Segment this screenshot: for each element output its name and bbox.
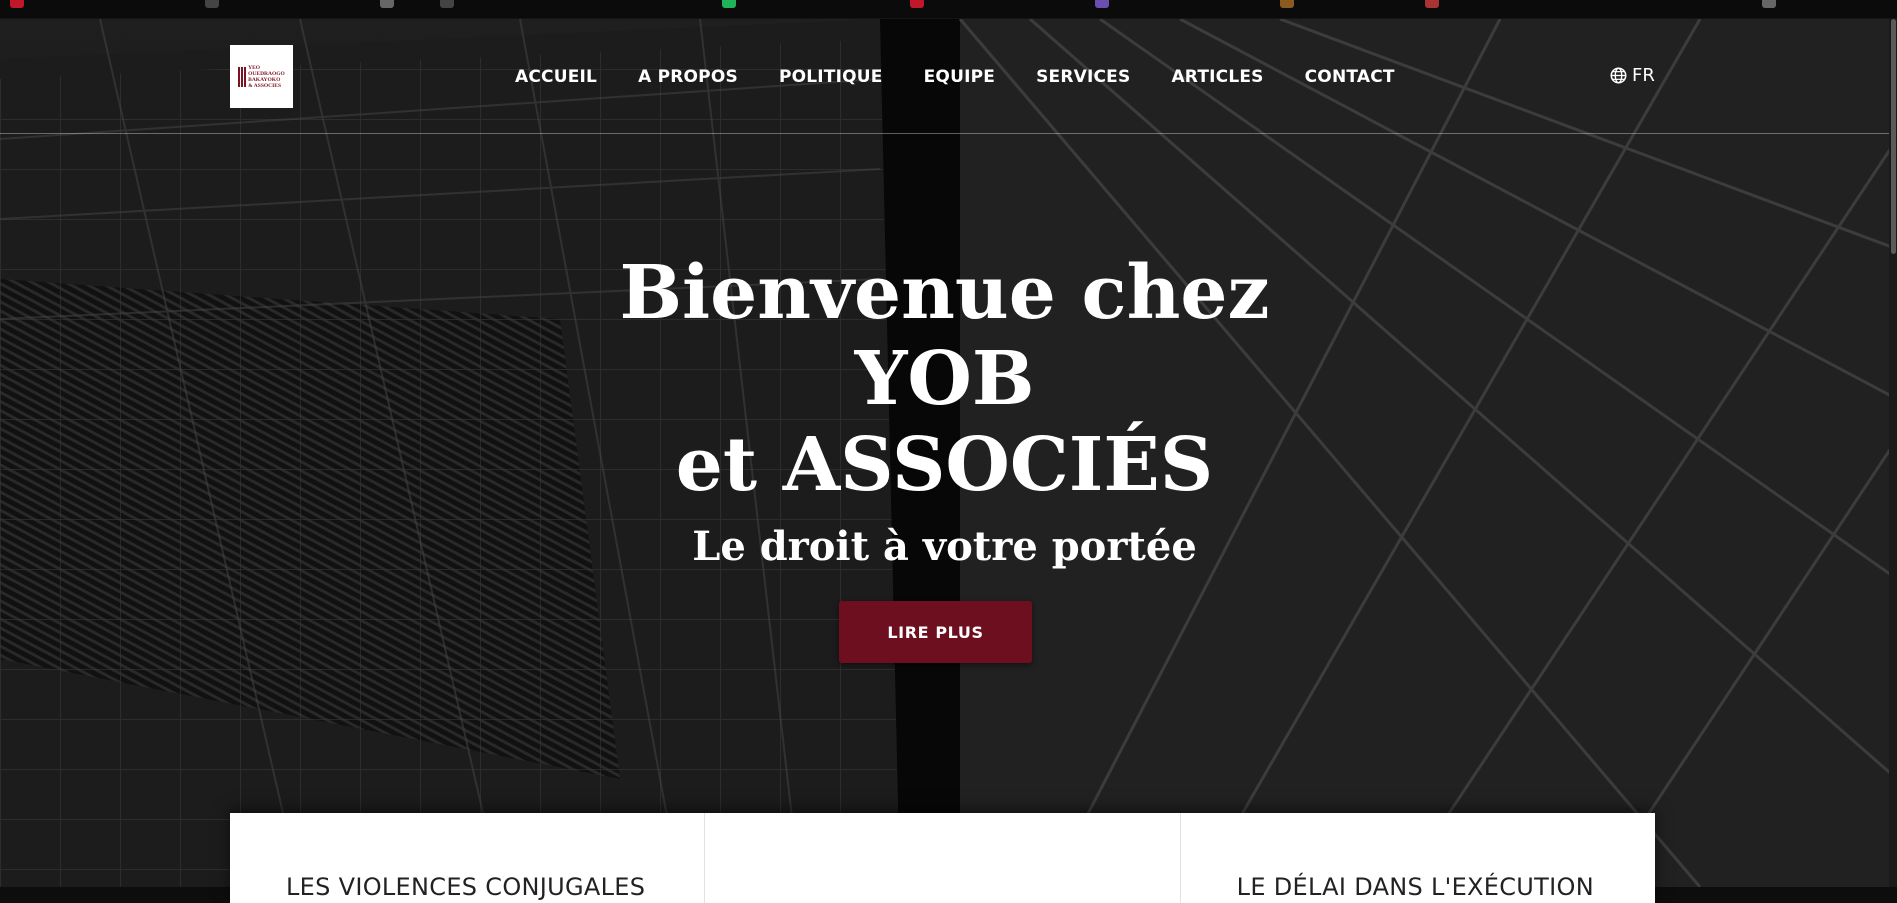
language-switcher[interactable]: FR <box>1610 65 1655 86</box>
card-title: LE DÉLAI DANS L'EXÉCUTION <box>1236 873 1594 901</box>
card-title: LES VIOLENCES CONJUGALES <box>286 873 646 901</box>
nav-item-contact[interactable]: CONTACT <box>1305 67 1395 87</box>
language-label: FR <box>1632 65 1655 86</box>
nav-item-accueil[interactable]: ACCUEIL <box>515 67 597 87</box>
page-scrollbar[interactable] <box>1889 19 1897 887</box>
bookmark-icon[interactable] <box>1762 0 1776 8</box>
globe-icon <box>1610 67 1627 84</box>
bookmark-icon[interactable] <box>380 0 394 8</box>
hero-title-line1: Bienvenue chez <box>619 250 1270 336</box>
bookmark-icon[interactable] <box>440 0 454 8</box>
main-nav: ACCUEIL A PROPOS POLITIQUE EQUIPE SERVIC… <box>515 67 1436 87</box>
hero-subtitle: Le droit à votre portée <box>692 523 1197 570</box>
hero-title: Bienvenue chez YOB et ASSOCIÉS <box>0 250 1889 508</box>
bookmarks-bar <box>0 0 1897 19</box>
bookmark-icon[interactable] <box>722 0 736 8</box>
article-card[interactable] <box>705 813 1181 903</box>
site-logo[interactable]: YEO OUEDRAOGO BAKAYOKO & ASSOCIES <box>230 45 293 108</box>
article-cards: LES VIOLENCES CONJUGALES LE DÉLAI DANS L… <box>230 813 1655 903</box>
bookmark-icon[interactable] <box>1425 0 1439 8</box>
hero-title-line2: YOB <box>854 336 1035 422</box>
bookmark-icon[interactable] <box>10 0 24 8</box>
article-card[interactable]: LE DÉLAI DANS L'EXÉCUTION <box>1180 813 1655 903</box>
nav-item-politique[interactable]: POLITIQUE <box>779 67 883 87</box>
bookmark-icon[interactable] <box>205 0 219 8</box>
nav-item-a-propos[interactable]: A PROPOS <box>638 67 738 87</box>
nav-item-services[interactable]: SERVICES <box>1036 67 1130 87</box>
site-header: YEO OUEDRAOGO BAKAYOKO & ASSOCIES ACCUEI… <box>0 19 1889 134</box>
read-more-button[interactable]: LIRE PLUS <box>839 601 1032 663</box>
nav-item-equipe[interactable]: EQUIPE <box>924 67 995 87</box>
scrollbar-thumb[interactable] <box>1891 19 1896 254</box>
pillars-icon <box>238 66 247 87</box>
article-card[interactable]: LES VIOLENCES CONJUGALES <box>230 813 706 903</box>
bookmark-icon[interactable] <box>1095 0 1109 8</box>
nav-item-articles[interactable]: ARTICLES <box>1171 67 1263 87</box>
bookmark-icon[interactable] <box>910 0 924 8</box>
hero-title-line3: et ASSOCIÉS <box>675 422 1214 508</box>
bookmark-icon[interactable] <box>1280 0 1294 8</box>
logo-text: YEO OUEDRAOGO BAKAYOKO & ASSOCIES <box>248 64 285 89</box>
